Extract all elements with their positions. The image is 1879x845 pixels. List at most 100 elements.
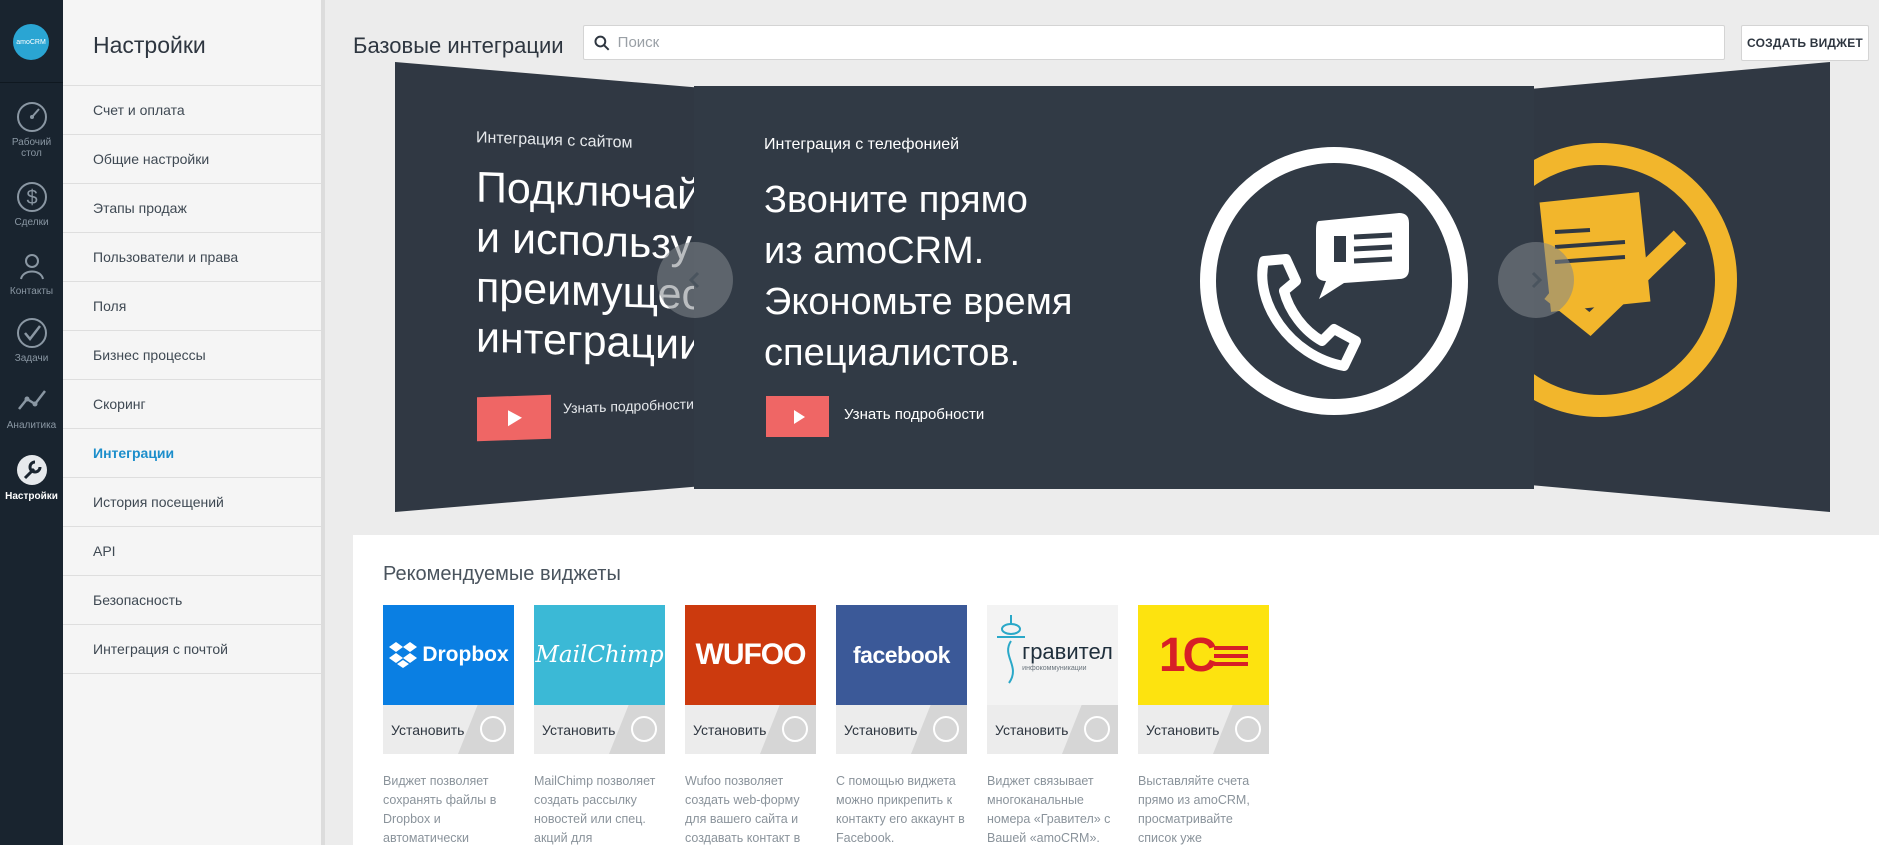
- dashboard-icon: [16, 102, 47, 132]
- satellite-icon: [997, 615, 1025, 684]
- install-label: Установить: [844, 721, 918, 738]
- install-radio[interactable]: [480, 716, 506, 742]
- widget-description: MailChimp позволяет создать рассылку новос…: [534, 774, 656, 845]
- menu-item-pipelines[interactable]: Этапы продаж: [63, 184, 321, 233]
- widget-tagline: инфокоммуникации: [1022, 664, 1087, 672]
- widget-card-wufoo[interactable]: WUFOO Установить Wufoo позволяет создать …: [685, 605, 816, 845]
- install-button[interactable]: Установить: [987, 705, 1118, 754]
- gravitel-logo[interactable]: гравител инфокоммуникации: [987, 605, 1118, 705]
- widget-name: WUFOO: [695, 638, 807, 671]
- rail-item-dashboard[interactable]: Рабочий стол: [0, 100, 63, 159]
- menu-item-fields[interactable]: Поля: [63, 282, 321, 331]
- menu-item-business-processes[interactable]: Бизнес процессы: [63, 331, 321, 380]
- search-icon: [594, 35, 610, 51]
- settings-menu-title: Настройки: [93, 32, 206, 58]
- dropbox-logo[interactable]: Dropbox: [383, 605, 514, 705]
- learn-more-link[interactable]: Узнать подробности: [844, 406, 984, 423]
- widget-description: Виджет связывает многоканальные номера «Гр…: [987, 774, 1111, 845]
- page-title: Базовые интеграции: [353, 33, 564, 58]
- wrench-icon: [16, 455, 47, 485]
- menu-item-integrations[interactable]: Интеграции: [63, 429, 321, 478]
- widget-card-gravitel[interactable]: гравител инфокоммуникации Установить Вид…: [987, 605, 1118, 845]
- menu-item-general[interactable]: Общие настройки: [63, 135, 321, 184]
- widget-description: С помощью виджета можно прикрепить к конта…: [836, 774, 965, 845]
- recommended-widgets: Рекомендуемые виджеты Dropbox Установить…: [353, 535, 1879, 845]
- search-input[interactable]: [617, 34, 1724, 51]
- rail-item-analytics[interactable]: Аналитика: [0, 383, 63, 431]
- widget-name: facebook: [853, 641, 950, 668]
- play-icon: [508, 410, 522, 427]
- play-video-button[interactable]: [766, 396, 829, 437]
- rail-item-settings[interactable]: Настройки: [0, 452, 63, 502]
- widget-card-1c[interactable]: 1С Установить Выставляйте счета прямо из …: [1138, 605, 1269, 845]
- chevron-right-icon: [1531, 271, 1543, 289]
- install-radio[interactable]: [631, 716, 657, 742]
- integrations-carousel: Интеграция с сайтом Подключай и использу…: [395, 62, 1831, 512]
- 1c-logo[interactable]: 1С: [1138, 605, 1269, 705]
- menu-item-api[interactable]: API: [63, 527, 321, 576]
- widget-description: Выставляйте счета прямо из amoCRM, просмат…: [1138, 774, 1250, 845]
- rail-item-label: Сделки: [14, 217, 49, 228]
- svg-text:$: $: [26, 187, 37, 209]
- widget-name: гравител: [1022, 638, 1113, 664]
- slide-invoice-integration[interactable]: [1530, 62, 1830, 512]
- menu-item-security[interactable]: Безопасность: [63, 576, 321, 625]
- rail-item-label: Аналитика: [6, 420, 57, 431]
- install-radio[interactable]: [782, 716, 808, 742]
- install-radio[interactable]: [1235, 716, 1261, 742]
- dollar-icon: $: [16, 182, 47, 212]
- widget-description: Виджет позволяет сохранять файлы в Dropbox…: [383, 774, 497, 845]
- install-button[interactable]: Установить: [383, 705, 514, 754]
- create-widget-button[interactable]: СОЗДАТЬ ВИДЖЕТ: [1741, 25, 1869, 61]
- menu-item-users[interactable]: Пользователи и права: [63, 233, 321, 282]
- install-label: Установить: [542, 721, 616, 738]
- chevron-left-icon: [688, 271, 700, 289]
- slide-headline: Звоните прямо из amoCRM. Экономьте время…: [764, 179, 1073, 374]
- menu-item-scoring[interactable]: Скоринг: [63, 380, 321, 429]
- amocrm-logo[interactable]: amoCRM: [13, 24, 49, 60]
- rail-item-label: Настройки: [5, 491, 58, 502]
- facebook-logo[interactable]: facebook: [836, 605, 967, 705]
- settings-menu-list: Счет и оплата Общие настройки Этапы прод…: [63, 85, 321, 674]
- rail-item-tasks[interactable]: Задачи: [0, 316, 63, 364]
- 1c-stripes-icon: [1214, 646, 1249, 666]
- install-button[interactable]: Установить: [1138, 705, 1269, 754]
- widget-description: Wufoo позволяет создать web-форму для ваше…: [685, 774, 801, 845]
- rail-item-label: Контакты: [9, 286, 54, 297]
- mailchimp-logo[interactable]: MailChimp: [534, 605, 665, 705]
- install-button[interactable]: Установить: [534, 705, 665, 754]
- recommended-widgets-title: Рекомендуемые виджеты: [383, 563, 621, 585]
- rail-item-label: Рабочий стол: [11, 137, 52, 159]
- settings-menu: Настройки Счет и оплата Общие настройки …: [63, 0, 325, 845]
- install-radio[interactable]: [1084, 716, 1110, 742]
- widget-name: MailChimp: [535, 642, 664, 668]
- install-radio[interactable]: [933, 716, 959, 742]
- wufoo-logo[interactable]: WUFOO: [685, 605, 816, 705]
- rail-item-contacts[interactable]: Контакты: [0, 249, 63, 297]
- widget-name: Dropbox: [422, 643, 509, 666]
- rail-item-deals[interactable]: $ Сделки: [0, 180, 63, 228]
- install-label: Установить: [693, 721, 767, 738]
- contacts-icon: [19, 254, 44, 280]
- play-icon: [793, 409, 805, 424]
- search-box[interactable]: [583, 25, 1725, 60]
- rail-item-label: Задачи: [14, 353, 49, 364]
- dropbox-box-icon: [389, 642, 418, 668]
- widget-card-mailchimp[interactable]: MailChimp Установить MailChimp позволяет…: [534, 605, 665, 845]
- widget-card-dropbox[interactable]: Dropbox Установить Виджет позволяет сохра…: [383, 605, 514, 845]
- carousel-next-button[interactable]: [1498, 242, 1574, 318]
- carousel-prev-button[interactable]: [657, 242, 733, 318]
- menu-item-billing[interactable]: Счет и оплата: [63, 86, 321, 135]
- install-button[interactable]: Установить: [836, 705, 967, 754]
- menu-item-visit-history[interactable]: История посещений: [63, 478, 321, 527]
- play-video-button[interactable]: [477, 394, 551, 442]
- widget-card-facebook[interactable]: facebook Установить С помощью виджета мож…: [836, 605, 967, 845]
- slide-telephony-integration[interactable]: Интеграция с телефонией Звоните прямо из…: [694, 86, 1534, 489]
- install-label: Установить: [1146, 721, 1220, 738]
- slide-subtitle: Интеграция с телефонией: [764, 136, 960, 153]
- learn-more-link[interactable]: Узнать подробности: [563, 396, 694, 417]
- install-button[interactable]: Установить: [685, 705, 816, 754]
- install-label: Установить: [391, 721, 465, 738]
- menu-item-mail-integration[interactable]: Интеграция с почтой: [63, 625, 321, 674]
- rail-divider: [0, 82, 63, 83]
